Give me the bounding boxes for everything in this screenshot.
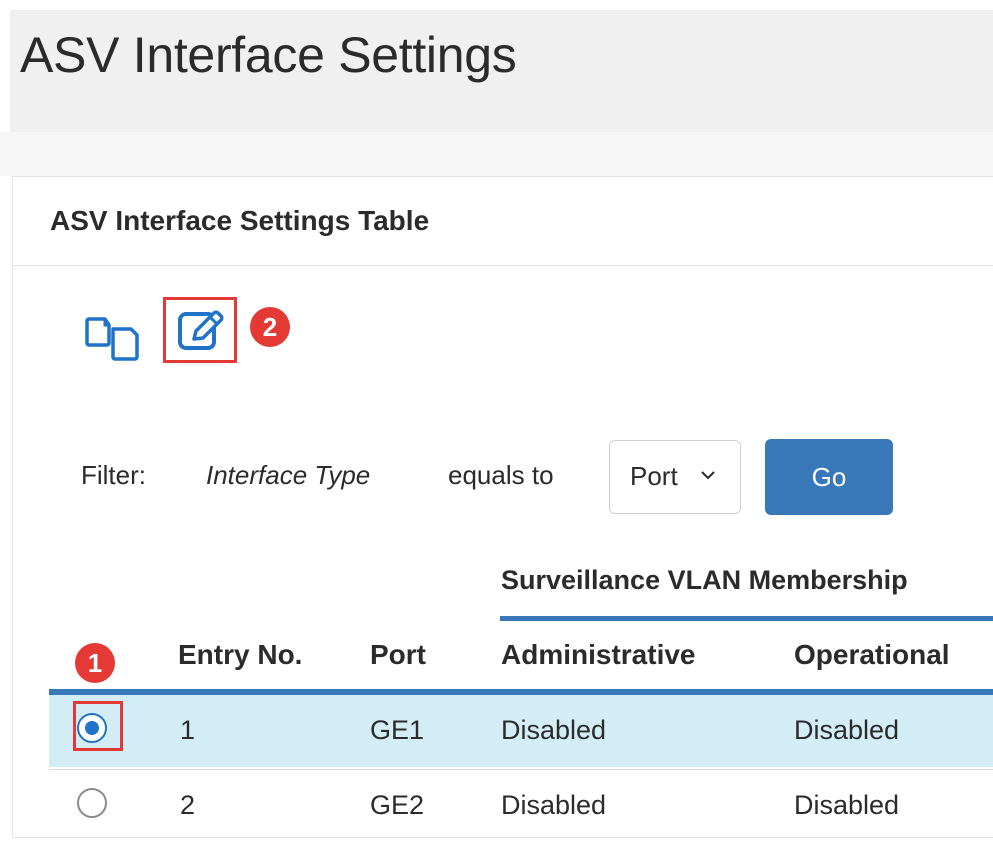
title-band: ASV Interface Settings <box>10 10 993 132</box>
cell-operational: Disabled <box>794 790 900 820</box>
table-row[interactable]: 2 GE2 Disabled Disabled <box>49 769 993 842</box>
cell-entry: 1 <box>180 715 196 745</box>
group-header: Surveillance VLAN Membership <box>501 565 908 595</box>
step-2-badge: 2 <box>250 307 290 347</box>
column-header-port: Port <box>370 639 426 670</box>
row-select-radio[interactable] <box>77 713 107 743</box>
interface-type-select[interactable]: Port <box>609 440 741 514</box>
go-button[interactable]: Go <box>765 439 893 515</box>
cell-operational: Disabled <box>794 715 900 745</box>
edit-button[interactable] <box>163 297 237 363</box>
settings-table-card: ASV Interface Settings Table 2 Filter: I… <box>12 176 993 838</box>
column-header-entry: Entry No. <box>178 639 303 670</box>
filter-label: Filter: <box>81 460 146 490</box>
cell-port: GE1 <box>370 715 425 745</box>
chevron-down-icon <box>701 471 715 480</box>
cell-administrative: Disabled <box>501 790 607 820</box>
row-select-radio[interactable] <box>77 788 107 818</box>
edit-icon <box>178 310 224 350</box>
table-row[interactable]: 1 GE1 Disabled Disabled <box>49 695 993 767</box>
group-header-rule <box>500 616 993 621</box>
card-header: ASV Interface Settings Table <box>13 177 993 266</box>
filter-field-name: Interface Type <box>206 460 371 490</box>
cell-entry: 2 <box>180 790 196 820</box>
page-title: ASV Interface Settings <box>20 27 517 83</box>
column-header-operational: Operational <box>794 639 950 670</box>
select-value: Port <box>630 461 678 491</box>
page-background <box>0 132 993 176</box>
cell-administrative: Disabled <box>501 715 607 745</box>
copy-settings-icon[interactable] <box>83 307 143 367</box>
step-1-badge: 1 <box>75 643 115 683</box>
card-title: ASV Interface Settings Table <box>50 205 430 236</box>
cell-port: GE2 <box>370 790 425 820</box>
column-header-administrative: Administrative <box>501 639 696 670</box>
filter-operator: equals to <box>448 460 554 490</box>
